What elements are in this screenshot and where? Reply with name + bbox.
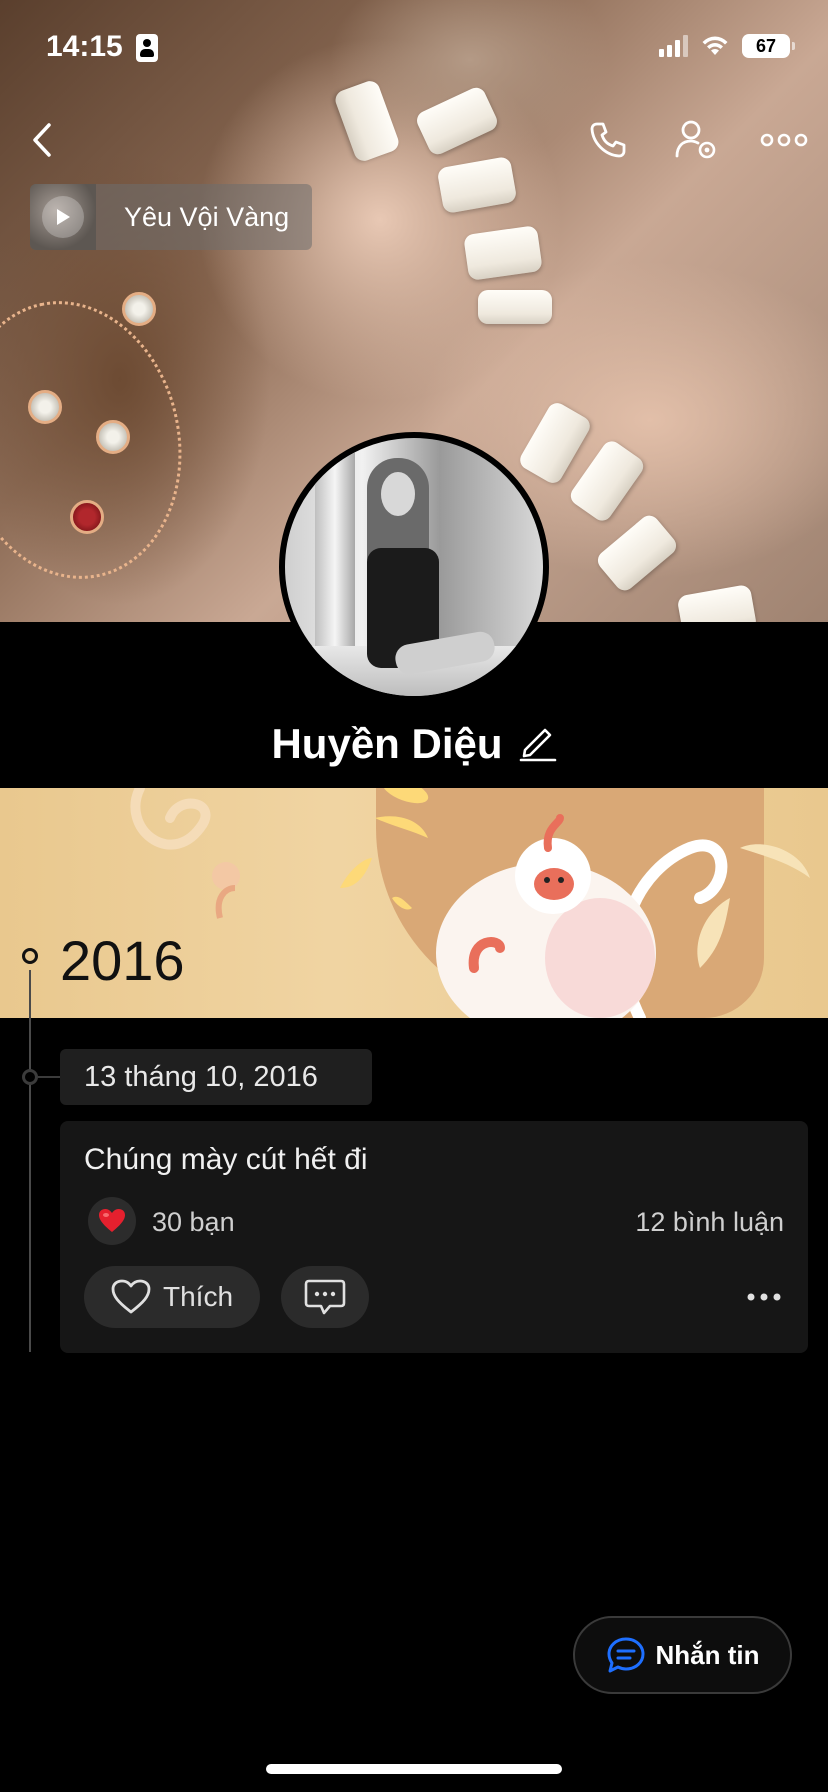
more-options-button[interactable] bbox=[756, 112, 812, 168]
chat-bubble-icon bbox=[607, 1637, 644, 1673]
home-indicator[interactable] bbox=[266, 1764, 562, 1774]
bracelet-charm bbox=[96, 420, 130, 454]
cellular-signal-icon bbox=[659, 35, 688, 57]
play-icon bbox=[42, 196, 84, 238]
comment-button[interactable] bbox=[281, 1266, 369, 1328]
contact-card-icon bbox=[136, 34, 158, 62]
timeline-year-dot bbox=[22, 948, 38, 964]
profile-name-row: Huyền Diệu bbox=[0, 720, 828, 768]
wifi-icon bbox=[702, 36, 728, 55]
status-icons: 67 bbox=[659, 34, 795, 58]
nail-shape bbox=[413, 84, 501, 158]
heart-icon bbox=[99, 1209, 125, 1232]
avatar[interactable] bbox=[279, 432, 549, 702]
phone-icon bbox=[590, 122, 626, 158]
profile-name: Huyền Diệu bbox=[271, 720, 503, 767]
timeline-branch bbox=[38, 1076, 60, 1078]
post-card[interactable]: Chúng mày cút hết đi 30 bạn 12 bình luận… bbox=[60, 1121, 808, 1353]
send-message-button[interactable]: Nhắn tin bbox=[573, 1616, 792, 1694]
status-time: 14:15 bbox=[46, 30, 123, 63]
timeline-line bbox=[29, 970, 31, 1352]
like-button[interactable]: Thích bbox=[84, 1266, 260, 1328]
comment-icon bbox=[304, 1279, 346, 1315]
back-button[interactable] bbox=[14, 112, 70, 168]
bracelet-charm bbox=[122, 292, 156, 326]
nail-shape bbox=[593, 511, 681, 595]
send-message-label: Nhắn tin bbox=[655, 1639, 760, 1670]
post-more-button[interactable] bbox=[744, 1277, 784, 1317]
battery-icon: 67 bbox=[742, 34, 795, 58]
profile-settings-button[interactable] bbox=[668, 112, 724, 168]
like-label: Thích bbox=[162, 1281, 234, 1312]
post-date: 13 tháng 10, 2016 bbox=[60, 1049, 372, 1105]
nail-shape bbox=[332, 78, 402, 164]
comment-count[interactable]: 12 bình luận bbox=[635, 1207, 784, 1238]
bracelet-charm bbox=[70, 500, 104, 534]
post-text: Chúng mày cút hết đi bbox=[84, 1143, 368, 1176]
profile-music-chip[interactable]: Yêu Vội Vàng bbox=[30, 184, 312, 250]
reaction-count[interactable]: 30 bạn bbox=[152, 1207, 235, 1238]
bracelet-charm bbox=[28, 390, 62, 424]
more-horizontal-icon bbox=[760, 133, 808, 147]
music-title: Yêu Vội Vàng bbox=[124, 201, 290, 232]
heart-outline-icon bbox=[111, 1279, 151, 1314]
nail-shape bbox=[463, 225, 543, 281]
year-banner: 2016 bbox=[0, 788, 828, 1018]
nail-shape bbox=[436, 155, 518, 215]
reaction-summary[interactable] bbox=[88, 1197, 136, 1245]
call-button[interactable] bbox=[580, 112, 636, 168]
music-thumbnail bbox=[30, 184, 96, 250]
chevron-left-icon bbox=[33, 123, 51, 157]
timeline-date-dot bbox=[22, 1069, 38, 1085]
more-dots-icon bbox=[747, 1293, 781, 1301]
timeline-year: 2016 bbox=[60, 929, 185, 992]
nail-shape bbox=[676, 583, 758, 622]
user-settings-icon bbox=[675, 120, 716, 159]
pencil-icon bbox=[519, 728, 556, 761]
nail-shape bbox=[516, 399, 594, 487]
nail-shape bbox=[566, 437, 648, 525]
edit-name-button[interactable] bbox=[519, 722, 557, 767]
nail-shape bbox=[478, 290, 552, 324]
